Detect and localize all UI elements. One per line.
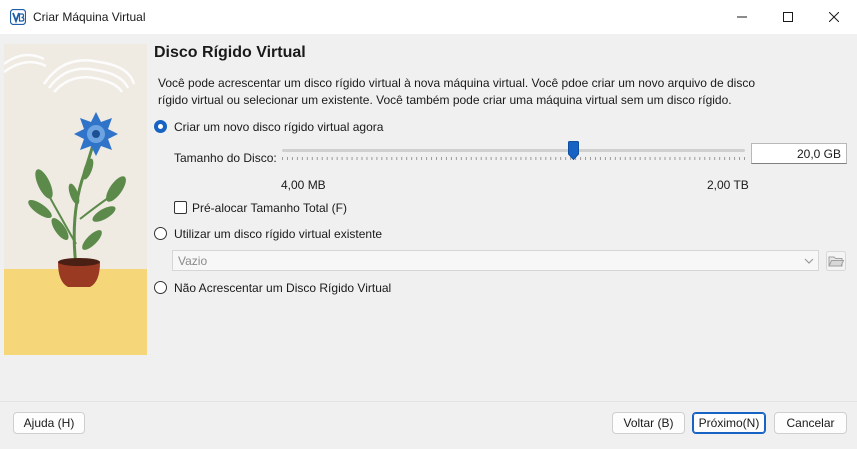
existing-disk-combobox[interactable]: Vazio [172,250,819,271]
no-disk-radio[interactable] [154,281,167,294]
virtualbox-icon [10,9,26,25]
folder-open-icon[interactable] [826,251,846,271]
preallocate-checkbox[interactable] [174,201,187,214]
chevron-down-icon [804,258,814,264]
maximize-button[interactable] [765,0,811,34]
plant-illustration [4,44,147,355]
window-title: Criar Máquina Virtual [33,10,146,24]
close-button[interactable] [811,0,857,34]
use-existing-disk-radio[interactable] [154,227,167,240]
slider-min-label: 4,00 MB [281,178,326,192]
description-line-2: rígido virtual ou selecionar um existent… [158,93,732,107]
page-title: Disco Rígido Virtual [154,44,306,61]
disk-size-slider-ticks [282,157,745,160]
wizard-illustration [4,44,147,355]
back-button[interactable]: Voltar (B) [612,412,685,434]
page-description: Você pode acrescentar um disco rígido vi… [158,75,768,109]
create-new-disk-label[interactable]: Criar um novo disco rígido virtual agora [174,120,383,134]
disk-size-input[interactable]: 20,0 GB [751,143,847,164]
slider-max-label: 2,00 TB [707,178,749,192]
disk-size-slider-track[interactable] [282,149,745,152]
existing-disk-combobox-value: Vazio [178,254,208,268]
help-button[interactable]: Ajuda (H) [13,412,85,434]
cancel-button[interactable]: Cancelar [774,412,847,434]
close-icon [829,12,839,22]
disk-size-label: Tamanho do Disco: [174,151,277,165]
create-new-disk-radio[interactable] [154,120,167,133]
footer-separator [0,401,857,402]
minimize-icon [737,16,747,18]
preallocate-label[interactable]: Pré-alocar Tamanho Total (F) [192,201,347,215]
maximize-icon [783,12,793,22]
minimize-button[interactable] [719,0,765,34]
no-disk-label[interactable]: Não Acrescentar um Disco Rígido Virtual [174,281,391,295]
use-existing-disk-label[interactable]: Utilizar um disco rígido virtual existen… [174,227,382,241]
description-line-1: Você pode acrescentar um disco rígido vi… [158,76,755,90]
next-button[interactable]: Próximo(N) [692,412,766,434]
title-bar: Criar Máquina Virtual [0,0,857,34]
disk-size-slider-thumb[interactable] [568,141,580,160]
